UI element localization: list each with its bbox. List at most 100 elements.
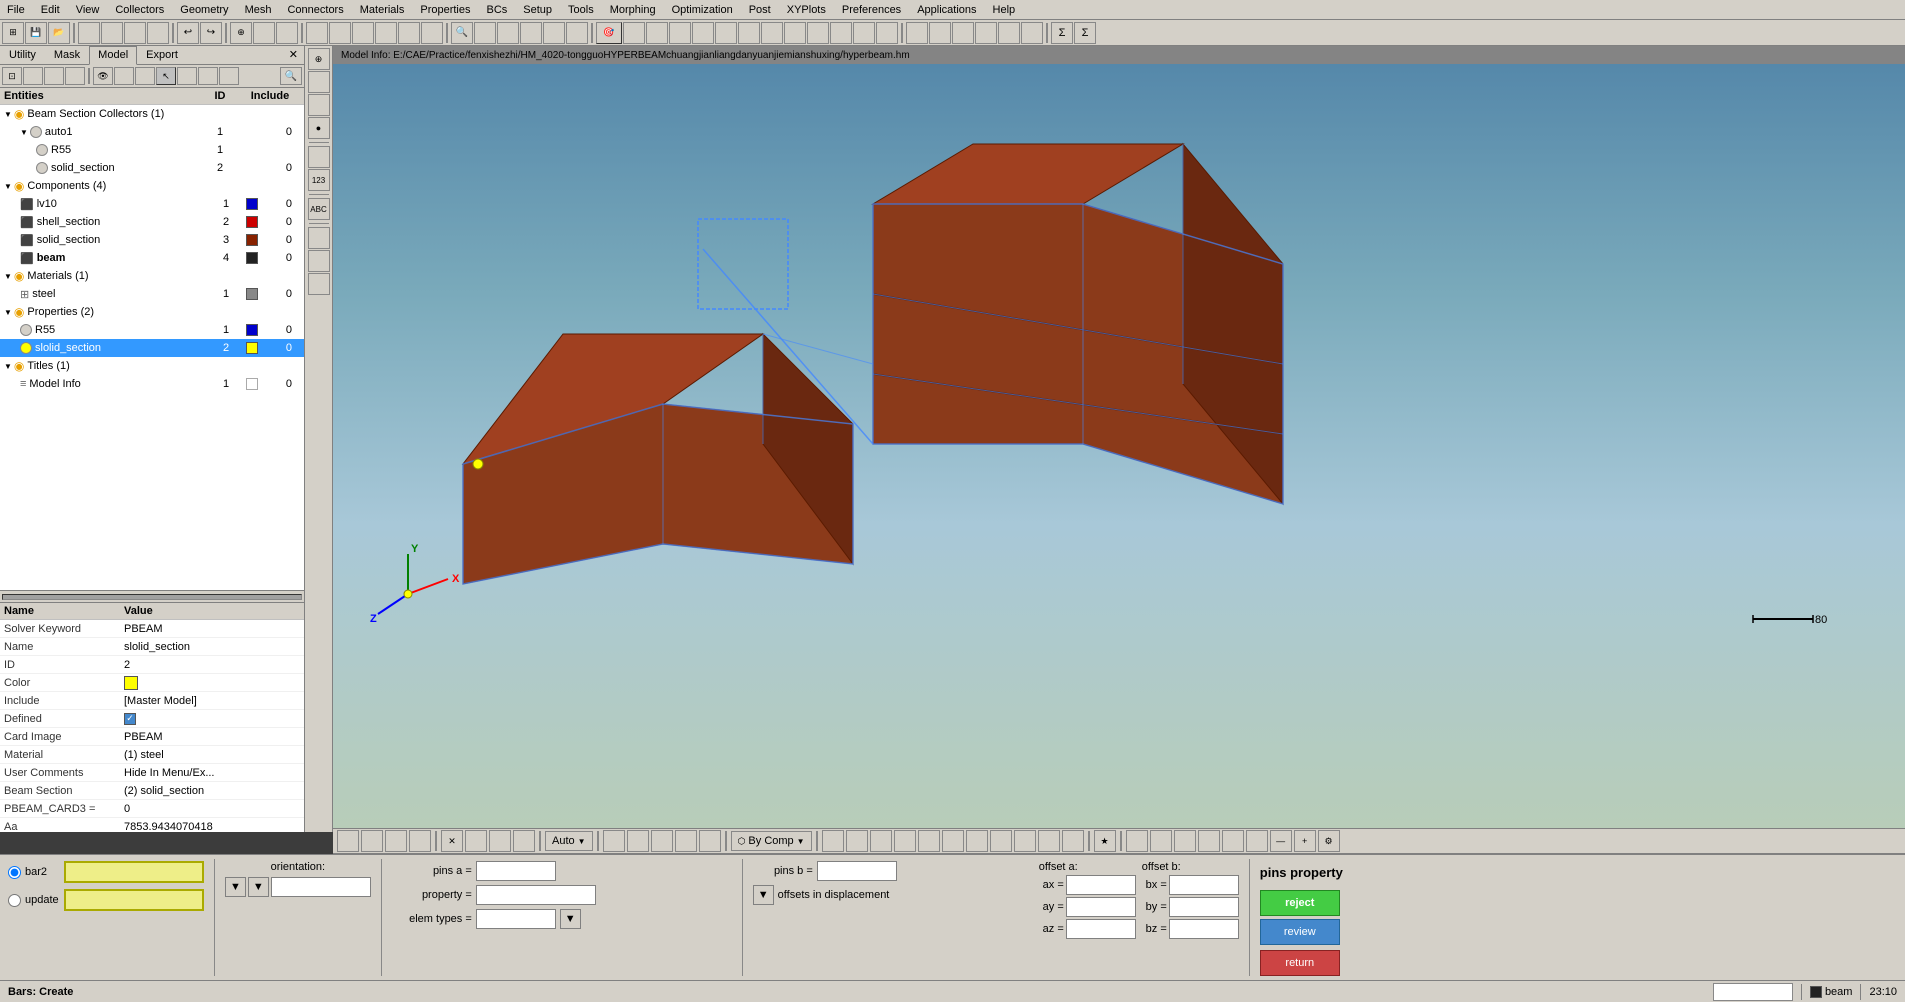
tree-item-steel[interactable]: ⊞ steel 1 0 (0, 285, 304, 303)
vt-btn-30[interactable] (1222, 830, 1244, 852)
orient-dropdown-2[interactable]: ▼ (248, 877, 269, 897)
vt-btn-22[interactable] (1014, 830, 1036, 852)
vtb-btn-8[interactable] (308, 227, 330, 249)
toolbar-btn-35[interactable] (830, 22, 852, 44)
vtb-btn-7[interactable]: ABC (308, 198, 330, 220)
menu-optimization[interactable]: Optimization (669, 3, 736, 17)
panel-tb-view3[interactable] (135, 67, 155, 85)
vt-btn-23[interactable] (1038, 830, 1060, 852)
toolbar-btn-10[interactable]: ⊕ (230, 22, 252, 44)
vt-btn-8[interactable] (513, 830, 535, 852)
review-button[interactable]: review (1260, 919, 1340, 945)
vt-btn-4[interactable] (409, 830, 431, 852)
panel-tb-btn-3[interactable] (44, 67, 64, 85)
vt-btn-10[interactable] (627, 830, 649, 852)
toolbar-btn-4[interactable] (78, 22, 100, 44)
tab-model[interactable]: Model (89, 46, 137, 65)
vt-btn-3[interactable] (385, 830, 407, 852)
vt-btn-24[interactable] (1062, 830, 1084, 852)
tree-scrollbar[interactable] (0, 590, 304, 602)
tree-item-solidsection-comp[interactable]: ⬛ solid_section 3 0 (0, 231, 304, 249)
menu-help[interactable]: Help (990, 3, 1019, 17)
bx-input[interactable]: 0.000 (1169, 875, 1239, 895)
tree-item-lv10[interactable]: ⬛ lv10 1 0 (0, 195, 304, 213)
tree-item-modelinfo[interactable]: ≡ Model Info 1 0 (0, 375, 304, 393)
panel-tb-cursor[interactable]: ↖ (156, 67, 176, 85)
menu-tools[interactable]: Tools (565, 3, 597, 17)
menu-bcs[interactable]: BCs (484, 3, 511, 17)
panel-close[interactable]: ✕ (283, 46, 304, 64)
toolbar-btn-32[interactable] (761, 22, 783, 44)
panel-tb-view1[interactable]: 👁 (93, 67, 113, 85)
menu-materials[interactable]: Materials (357, 3, 408, 17)
toolbar-btn-19[interactable]: 🔍 (451, 22, 473, 44)
property-input[interactable]: slolid_section (476, 885, 596, 905)
vtb-btn-6[interactable]: 123 (308, 169, 330, 191)
panel-tb-btn-5[interactable] (177, 67, 197, 85)
vt-btn-21[interactable] (990, 830, 1012, 852)
by-input[interactable]: 0.000 (1169, 897, 1239, 917)
reject-button[interactable]: reject (1260, 890, 1340, 916)
auto-dropdown[interactable]: Auto ▼ (545, 831, 593, 851)
toolbar-btn-34[interactable] (807, 22, 829, 44)
vt-btn-19[interactable] (942, 830, 964, 852)
bycomp-dropdown[interactable]: ⬡ By Comp ▼ (731, 831, 812, 851)
vt-btn-31[interactable] (1246, 830, 1268, 852)
ax-input[interactable]: 0.000 (1066, 875, 1136, 895)
vt-btn-12[interactable] (675, 830, 697, 852)
vt-btn-26[interactable] (1126, 830, 1148, 852)
radio-bar2[interactable] (8, 866, 21, 879)
panel-tb-btn-2[interactable] (23, 67, 43, 85)
toolbar-btn-29[interactable] (692, 22, 714, 44)
menu-mesh[interactable]: Mesh (242, 3, 275, 17)
toolbar-btn-39[interactable] (929, 22, 951, 44)
menu-file[interactable]: File (4, 3, 28, 17)
vt-btn-18[interactable] (918, 830, 940, 852)
vt-btn-13[interactable] (699, 830, 721, 852)
ay-input[interactable]: 0.000 (1066, 897, 1136, 917)
toolbar-btn-2[interactable]: 💾 (25, 22, 47, 44)
menu-xyplots[interactable]: XYPlots (784, 3, 829, 17)
toolbar-btn-12[interactable] (276, 22, 298, 44)
toolbar-btn-38[interactable] (906, 22, 928, 44)
node-a-input[interactable]: node A (64, 861, 204, 883)
toolbar-btn-20[interactable] (474, 22, 496, 44)
toolbar-btn-41[interactable] (975, 22, 997, 44)
toolbar-btn-sigma[interactable]: Σ (1051, 22, 1073, 44)
pins-a-input[interactable]: 0 (476, 861, 556, 881)
tree-item-r55-auto1[interactable]: R55 1 (0, 141, 304, 159)
menu-applications[interactable]: Applications (914, 3, 979, 17)
vt-btn-7[interactable] (489, 830, 511, 852)
menu-post[interactable]: Post (746, 3, 774, 17)
menu-geometry[interactable]: Geometry (177, 3, 231, 17)
viewport[interactable]: Model Info: E:/CAE/Practice/fenxishezhi/… (333, 46, 1905, 832)
panel-tb-btn-7[interactable] (219, 67, 239, 85)
toolbar-btn-40[interactable] (952, 22, 974, 44)
toolbar-btn-25[interactable]: 🎯 (596, 22, 622, 44)
radio-update[interactable] (8, 894, 21, 907)
tree-group-components[interactable]: ▼ ◉ Components (4) (0, 177, 304, 195)
toolbar-btn-8[interactable]: ↩ (177, 22, 199, 44)
panel-tb-btn-6[interactable] (198, 67, 218, 85)
vt-btn-25[interactable]: ★ (1094, 830, 1116, 852)
vt-btn-17[interactable] (894, 830, 916, 852)
menu-properties[interactable]: Properties (417, 3, 473, 17)
panel-tb-btn-1[interactable]: ⊡ (2, 67, 22, 85)
toolbar-btn-7[interactable] (147, 22, 169, 44)
vt-btn-1[interactable] (337, 830, 359, 852)
vt-btn-28[interactable] (1174, 830, 1196, 852)
vt-btn-32[interactable]: — (1270, 830, 1292, 852)
toolbar-btn-15[interactable] (352, 22, 374, 44)
toolbar-btn-11[interactable] (253, 22, 275, 44)
vt-btn-34[interactable]: ⚙ (1318, 830, 1340, 852)
vtb-btn-2[interactable] (308, 71, 330, 93)
panel-tb-btn-4[interactable] (65, 67, 85, 85)
toolbar-btn-14[interactable] (329, 22, 351, 44)
toolbar-btn-21[interactable] (497, 22, 519, 44)
orient-axis-input[interactable]: y-axis (271, 877, 371, 897)
pins-b-input[interactable]: 0 (817, 861, 897, 881)
vtb-btn-1[interactable]: ⊕ (308, 48, 330, 70)
tree-item-shellsection[interactable]: ⬛ shell_section 2 0 (0, 213, 304, 231)
toolbar-btn-17[interactable] (398, 22, 420, 44)
tree-item-beam[interactable]: ⬛ beam 4 0 (0, 249, 304, 267)
